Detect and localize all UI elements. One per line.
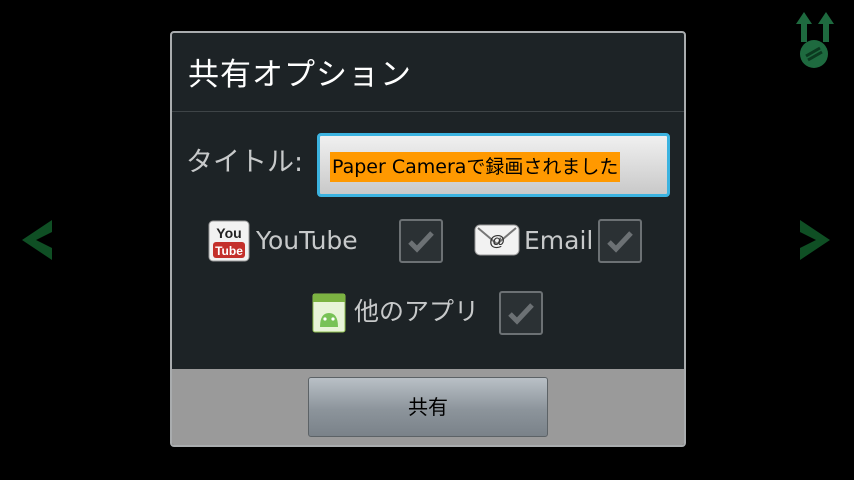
button-bar: 共有 [172,369,684,445]
title-input[interactable]: Paper Cameraで録画されました [317,133,670,197]
other-apps-option-label: 他のアプリ [354,297,480,326]
youtube-logo-top: You [216,225,241,241]
youtube-icon: You Tube [208,220,250,262]
youtube-logo-bottom: Tube [215,244,243,258]
share-button[interactable]: 共有 [308,377,548,437]
checkmark-icon [508,303,534,325]
title-divider [172,111,684,112]
svg-text:@: @ [489,233,505,250]
previous-arrow-icon[interactable] [20,218,54,262]
other-apps-checkbox[interactable] [499,291,543,335]
youtube-checkbox[interactable] [399,219,443,263]
title-label: タイトル: [186,147,304,178]
effects-menu-icon[interactable] [790,8,840,70]
email-checkbox[interactable] [598,219,642,263]
android-app-icon [312,293,346,333]
checkmark-icon [607,231,633,253]
email-icon: @ [474,224,520,256]
next-arrow-icon[interactable] [798,218,832,262]
dialog-title: 共有オプション [188,57,412,93]
email-option-label: Email [524,226,594,255]
title-input-value: Paper Cameraで録画されました [330,152,621,182]
share-options-dialog: 共有オプション タイトル: Paper Cameraで録画されました You T… [170,31,686,447]
youtube-option-label: YouTube [256,226,358,255]
checkmark-icon [408,231,434,253]
